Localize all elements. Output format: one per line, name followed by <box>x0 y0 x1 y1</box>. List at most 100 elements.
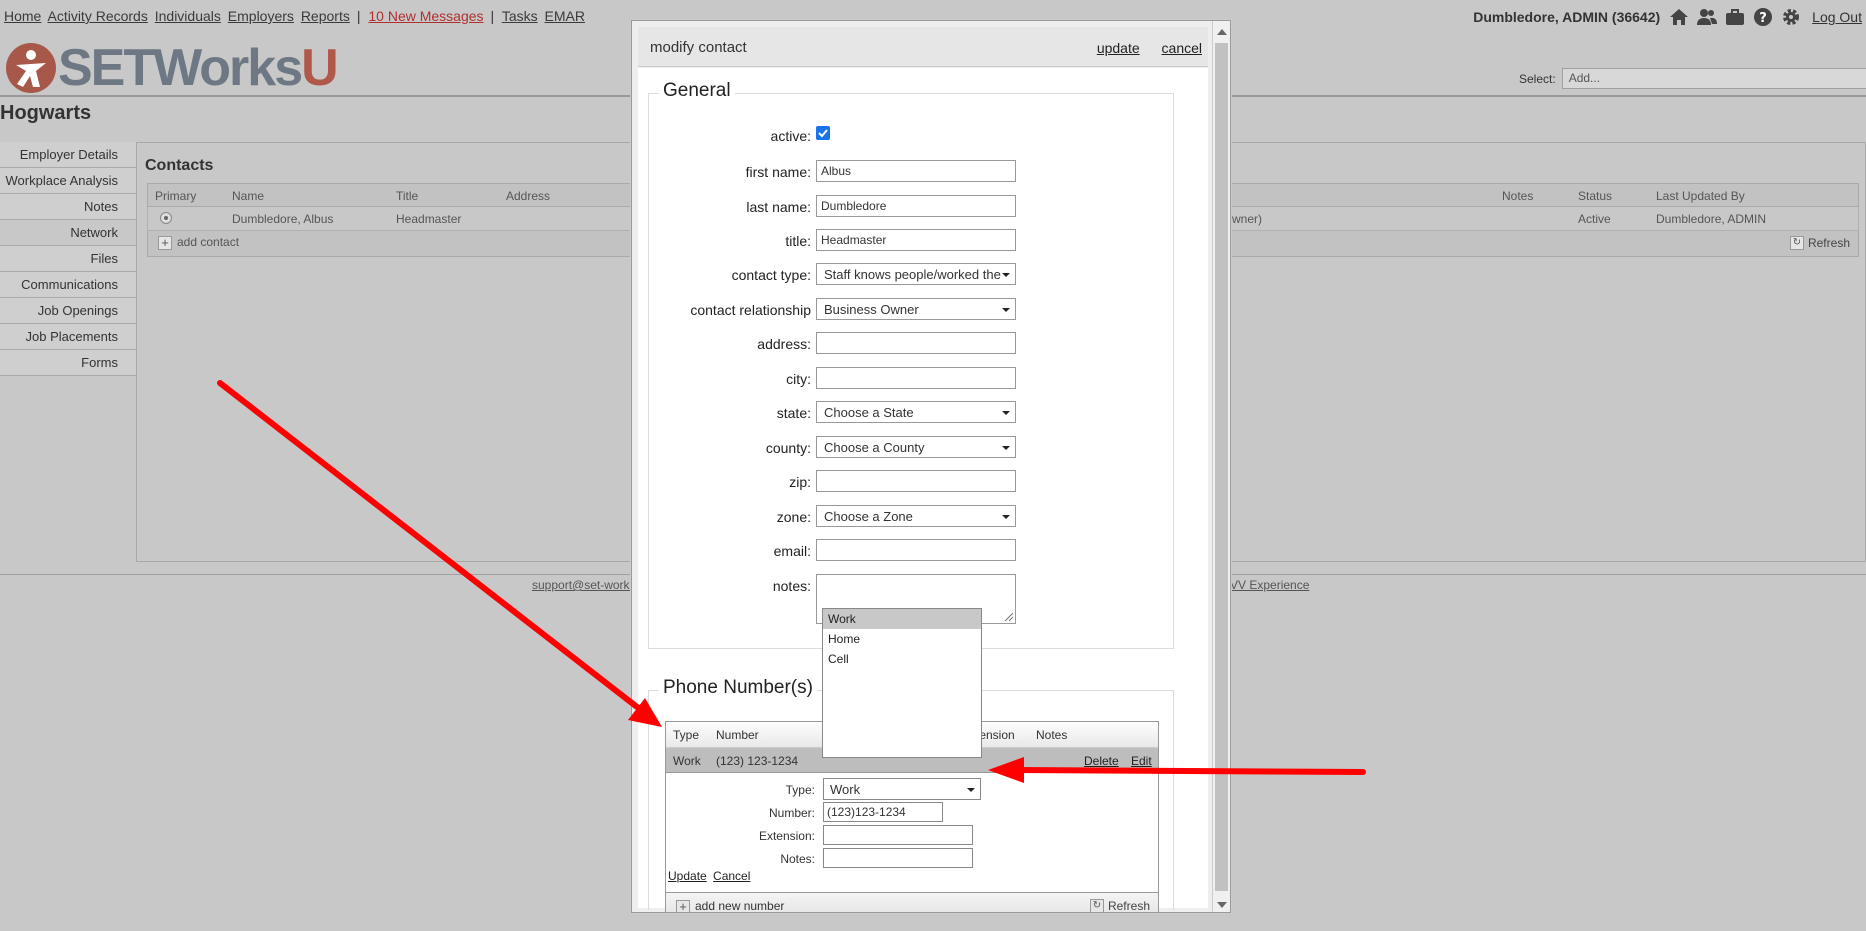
phone-notes-field[interactable] <box>823 848 973 868</box>
phone-number-field[interactable]: (123)123-1234 <box>823 802 943 822</box>
active-checkbox[interactable] <box>816 126 830 140</box>
relationship-row: contact relationship Business Owner <box>649 298 1175 322</box>
contact-type-row: contact type: Staff knows people/worked … <box>649 263 1175 287</box>
support-email-link[interactable]: support@set-works.c <box>532 578 645 592</box>
city-row: city: <box>649 367 1175 391</box>
contact-type-select[interactable]: Staff knows people/worked the <box>816 263 1016 285</box>
relationship-select[interactable]: Business Owner <box>816 298 1016 320</box>
option-work[interactable]: Work <box>823 609 981 629</box>
state-label: state: <box>776 405 811 421</box>
column-status[interactable]: Status <box>1578 189 1612 203</box>
plus-icon: + <box>676 899 690 912</box>
nav-activity-records[interactable]: Activity Records <box>47 8 147 24</box>
phone-type-row: Type: Work <box>666 778 1160 801</box>
phone-edit-link[interactable]: Edit <box>1131 754 1152 768</box>
users-icon[interactable] <box>1696 6 1718 28</box>
phone-delete-link[interactable]: Delete <box>1084 754 1119 768</box>
column-title[interactable]: Title <box>396 189 418 203</box>
nav-emar[interactable]: EMAR <box>545 8 585 24</box>
email-label: email: <box>773 543 811 559</box>
phone-notes-row: Notes: <box>666 848 1160 870</box>
option-home[interactable]: Home <box>823 629 981 649</box>
app-logo[interactable]: SETWorks U <box>6 42 339 94</box>
address-field[interactable] <box>816 332 1016 354</box>
phone-column-notes[interactable]: Notes <box>1036 728 1067 742</box>
zone-select[interactable]: Choose a Zone <box>816 505 1016 527</box>
plus-icon: + <box>158 235 172 250</box>
add-new-number-label: add new number <box>695 899 785 913</box>
contact-last-updated-by: Dumbledore, ADMIN <box>1656 212 1767 226</box>
sidebar-item-network[interactable]: Network <box>0 220 136 246</box>
gear-icon[interactable] <box>1780 6 1802 28</box>
help-icon[interactable]: ? <box>1752 6 1774 28</box>
county-value: Choose a County <box>824 440 925 455</box>
resize-grip-icon[interactable] <box>1004 612 1014 622</box>
sidebar-item-forms[interactable]: Forms <box>0 350 136 376</box>
sidebar-item-employer-details[interactable]: Employer Details <box>0 142 136 168</box>
column-address[interactable]: Address <box>506 189 550 203</box>
nav-tasks[interactable]: Tasks <box>502 8 538 24</box>
update-link[interactable]: update <box>1097 40 1140 56</box>
sidebar-item-job-placements[interactable]: Job Placements <box>0 324 136 350</box>
first-name-field[interactable]: Albus <box>816 160 1016 182</box>
contacts-refresh-button[interactable]: ↻ Refresh <box>1789 236 1850 250</box>
last-name-field[interactable]: Dumbledore <box>816 195 1016 217</box>
title-row: title: Headmaster <box>649 229 1175 253</box>
chevron-down-icon <box>1002 273 1010 277</box>
email-field[interactable] <box>816 539 1016 561</box>
phone-number-row: Number: (123)123-1234 <box>666 802 1160 824</box>
phone-extension-row: Extension: <box>666 825 1160 847</box>
nav-reports[interactable]: Reports <box>301 8 350 24</box>
phone-column-number[interactable]: Number <box>716 728 759 742</box>
option-cell[interactable]: Cell <box>823 649 981 669</box>
column-notes[interactable]: Notes <box>1502 189 1533 203</box>
sidebar-item-workplace-analysis[interactable]: Workplace Analysis <box>0 168 136 194</box>
phone-update-link[interactable]: Update <box>668 869 707 883</box>
state-select[interactable]: Choose a State <box>816 401 1016 423</box>
column-primary[interactable]: Primary <box>155 189 196 203</box>
county-row: county: Choose a County <box>649 436 1175 460</box>
phone-column-type[interactable]: Type <box>673 728 699 742</box>
title-field[interactable]: Headmaster <box>816 229 1016 251</box>
quick-select-dropdown[interactable]: Add... <box>1561 68 1866 89</box>
add-contact-button[interactable]: + add contact <box>158 235 239 250</box>
phone-extension-field[interactable] <box>823 825 973 845</box>
sidebar-item-job-openings[interactable]: Job Openings <box>0 298 136 324</box>
dialog-actions: update cancel <box>1079 40 1202 56</box>
sidebar-item-notes[interactable]: Notes <box>0 194 136 220</box>
sidebar-item-communications[interactable]: Communications <box>0 272 136 298</box>
add-new-number-button[interactable]: + add new number <box>676 899 785 913</box>
scroll-down-icon[interactable] <box>1217 902 1227 908</box>
dialog-scrollbar[interactable] <box>1212 21 1230 912</box>
phone-type-select[interactable]: Work <box>823 778 981 800</box>
logout-link[interactable]: Log Out <box>1812 9 1862 25</box>
nav-messages[interactable]: 10 New Messages <box>368 8 483 24</box>
home-icon[interactable] <box>1668 6 1690 28</box>
phone-table-footer: + add new number ↻ Refresh <box>666 892 1158 913</box>
phone-type-value: Work <box>830 782 861 797</box>
cancel-link[interactable]: cancel <box>1162 40 1202 56</box>
nav-employers[interactable]: Employers <box>228 8 294 24</box>
briefcase-icon[interactable] <box>1724 6 1746 28</box>
evv-experience-link[interactable]: EVV Experience <box>1222 578 1309 592</box>
address-label: address: <box>757 336 811 352</box>
scroll-up-icon[interactable] <box>1217 29 1227 35</box>
phone-cancel-link[interactable]: Cancel <box>713 869 750 883</box>
primary-radio[interactable] <box>160 212 172 224</box>
active-row: active: <box>649 124 1175 148</box>
zip-row: zip: <box>649 470 1175 494</box>
user-bar: Dumbledore, ADMIN (36642) ? Log Out <box>1473 6 1862 28</box>
nav-individuals[interactable]: Individuals <box>155 8 221 24</box>
phone-refresh-button[interactable]: ↻ Refresh <box>1089 899 1150 912</box>
phone-extension-label: Extension: <box>758 829 815 843</box>
column-name[interactable]: Name <box>232 189 264 203</box>
zip-field[interactable] <box>816 470 1016 492</box>
city-field[interactable] <box>816 367 1016 389</box>
scrollbar-thumb[interactable] <box>1215 43 1228 891</box>
county-select[interactable]: Choose a County <box>816 436 1016 458</box>
nav-home[interactable]: Home <box>4 8 41 24</box>
quick-select: Select: Add... <box>1519 68 1866 89</box>
general-legend: General <box>659 80 735 102</box>
sidebar-item-files[interactable]: Files <box>0 246 136 272</box>
column-last-updated-by[interactable]: Last Updated By <box>1656 189 1745 203</box>
